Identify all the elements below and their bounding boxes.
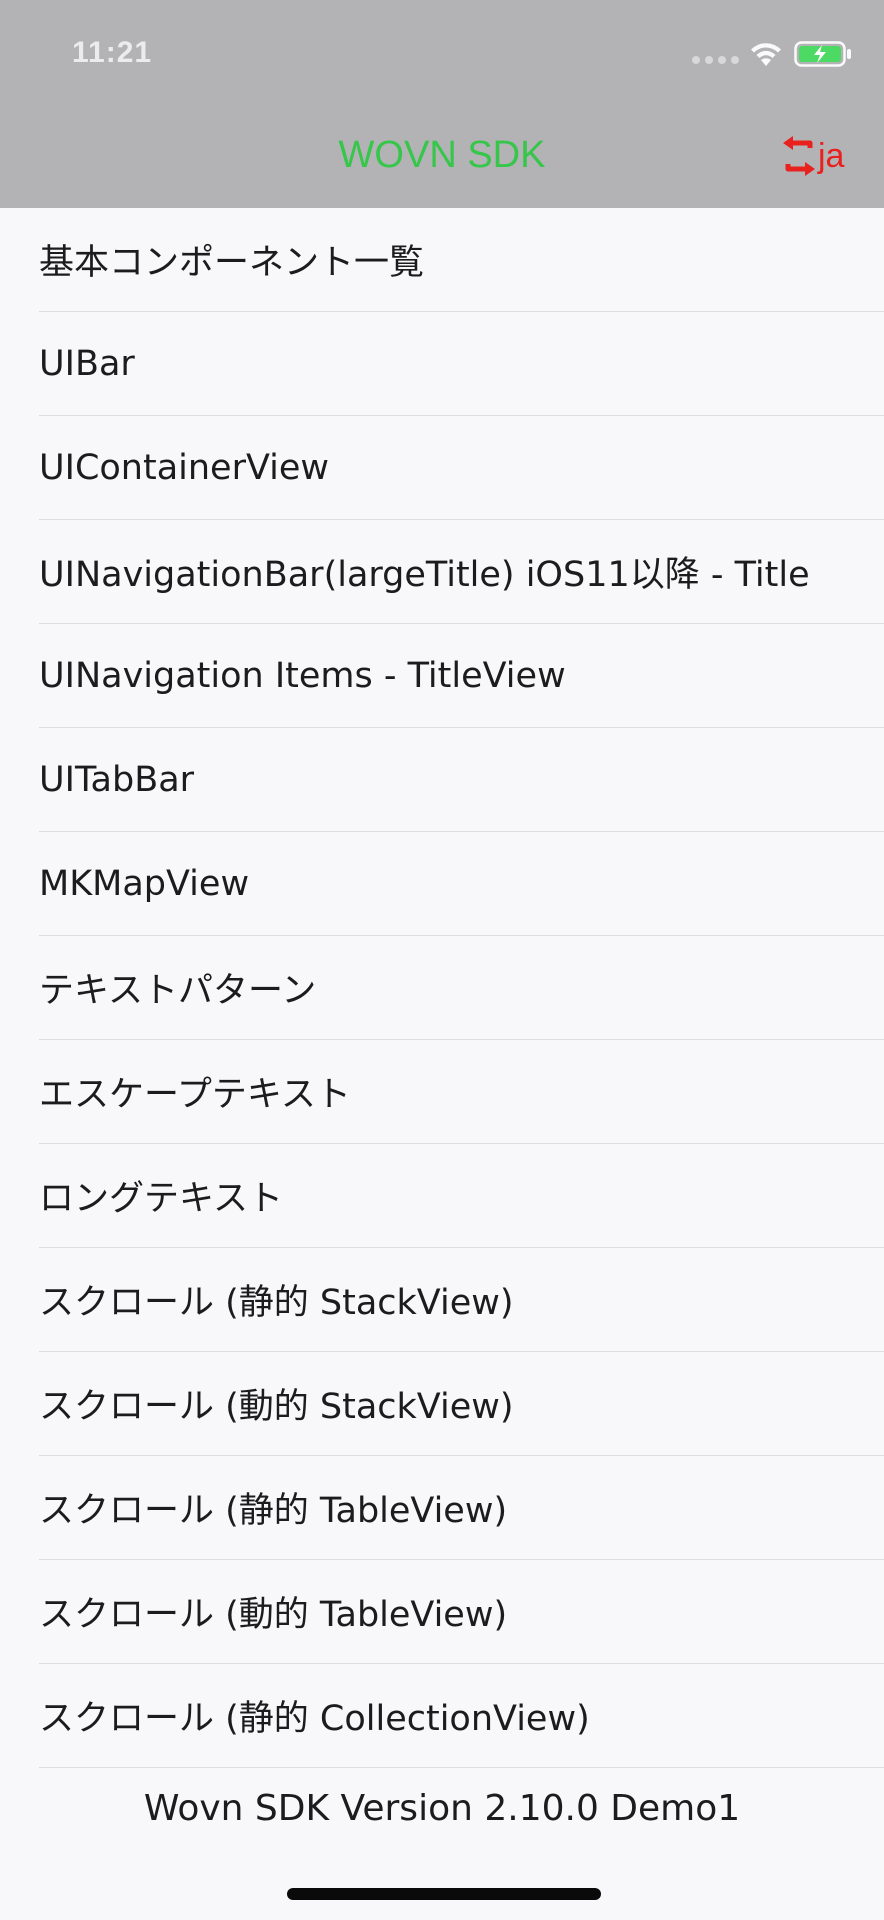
list-item-label: 基本コンポーネント一覧 <box>39 243 425 283</box>
battery-charging-icon <box>794 41 851 67</box>
menu-list: 基本コンポーネント一覧 UIBar UIContainerView UINavi… <box>0 208 884 1768</box>
arrows-swap-icon <box>783 136 815 176</box>
list-item-label: スクロール (静的 StackView) <box>39 1283 514 1323</box>
list-item-label: スクロール (動的 TableView) <box>39 1595 508 1635</box>
navigation-bar: WOVN SDK ja <box>0 100 884 208</box>
list-item[interactable]: ロングテキスト <box>0 1144 884 1248</box>
list-item[interactable]: スクロール (静的 TableView) <box>0 1456 884 1560</box>
list-item[interactable]: エスケープテキスト <box>0 1040 884 1144</box>
list-item-label: スクロール (動的 StackView) <box>39 1387 514 1427</box>
list-item-label: MKMapView <box>39 863 250 904</box>
separator <box>39 1767 884 1768</box>
list-item[interactable]: スクロール (静的 CollectionView) <box>0 1664 884 1768</box>
list-item-label: スクロール (静的 CollectionView) <box>39 1699 590 1739</box>
list-item-label: UIBar <box>39 343 135 384</box>
list-item-label: UINavigation Items - TitleView <box>39 655 566 696</box>
wifi-icon <box>751 43 781 66</box>
list-item-label: スクロール (静的 TableView) <box>39 1491 508 1531</box>
list-item[interactable]: テキストパターン <box>0 936 884 1040</box>
top-bar: 11:21 WOVN SDK ja <box>0 0 884 208</box>
language-label: ja <box>818 137 845 175</box>
list-item-label: UIContainerView <box>39 447 330 488</box>
list-item-label: ロングテキスト <box>39 1179 283 1219</box>
status-bar: 11:21 <box>0 0 884 100</box>
list-item-label: テキストパターン <box>39 971 317 1011</box>
nav-title: WOVN SDK <box>338 134 546 176</box>
home-indicator[interactable] <box>287 1888 601 1900</box>
status-time: 11:21 <box>72 36 153 69</box>
list-item-label: UINavigationBar(largeTitle) iOS11以降 - Ti… <box>39 555 810 595</box>
list-item-label: エスケープテキスト <box>39 1075 351 1115</box>
list-item[interactable]: 基本コンポーネント一覧 <box>0 208 884 312</box>
list-item[interactable]: UINavigation Items - TitleView <box>0 624 884 728</box>
list-item[interactable]: UIBar <box>0 312 884 416</box>
cellular-signal-icon <box>692 56 739 64</box>
language-switch-button[interactable]: ja <box>782 134 844 178</box>
list-item[interactable]: UITabBar <box>0 728 884 832</box>
list-item[interactable]: UIContainerView <box>0 416 884 520</box>
sdk-version-label: Wovn SDK Version 2.10.0 Demo1 <box>143 1788 741 1829</box>
list-item[interactable]: スクロール (動的 StackView) <box>0 1352 884 1456</box>
list-item[interactable]: スクロール (動的 TableView) <box>0 1560 884 1664</box>
list-item[interactable]: UINavigationBar(largeTitle) iOS11以降 - Ti… <box>0 520 884 624</box>
list-item-label: UITabBar <box>39 759 195 800</box>
list-item[interactable]: スクロール (静的 StackView) <box>0 1248 884 1352</box>
list-item[interactable]: MKMapView <box>0 832 884 936</box>
